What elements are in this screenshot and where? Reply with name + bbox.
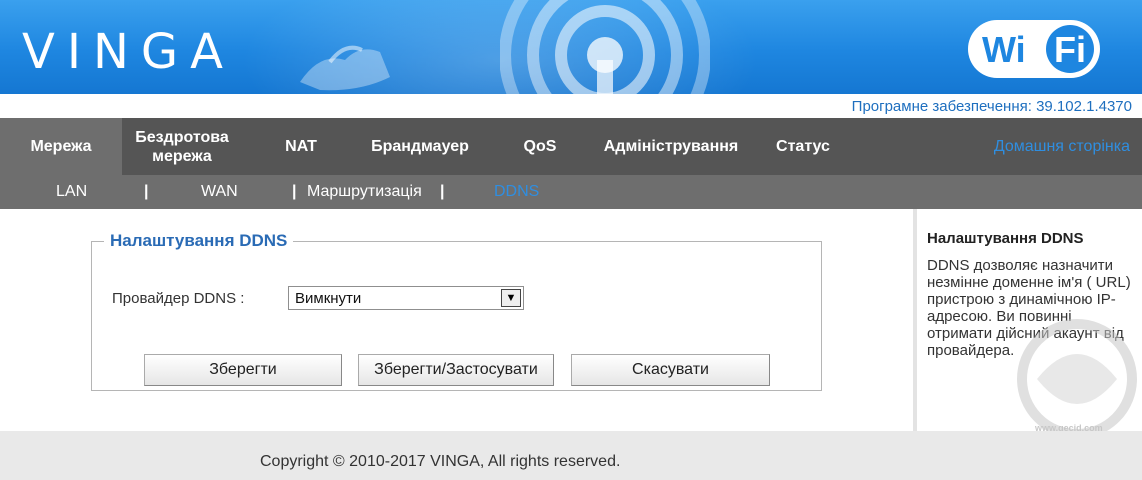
wifi-signal-icon (500, 0, 710, 94)
home-page-link[interactable]: Домашня сторінка (994, 118, 1130, 175)
ddns-provider-value: Вимкнути (295, 290, 362, 307)
help-panel: Налаштування DDNS DDNS дозволяє назначит… (913, 209, 1142, 431)
help-title: Налаштування DDNS (927, 230, 1084, 247)
save-apply-button[interactable]: Зберегти/Застосувати (358, 354, 554, 386)
watermark-logo-icon: www.gecid.com (1017, 319, 1137, 431)
subnav-separator: | (440, 183, 445, 200)
watermark-text: www.gecid.com (1034, 423, 1103, 431)
main-content: Налаштування DDNS Провайдер DDNS : Вимкн… (0, 209, 913, 431)
nav-item-nat[interactable]: NAT (266, 118, 336, 175)
footer: Copyright © 2010-2017 VINGA, All rights … (0, 431, 1142, 480)
nav-item-wireless[interactable]: Бездротова мережа (122, 118, 242, 175)
subnav-item-wan[interactable]: WAN (201, 175, 238, 209)
subnav-separator: | (292, 183, 297, 200)
save-button[interactable]: Зберегти (144, 354, 342, 386)
main-nav: Мережа Бездротова мережа NAT Брандмауер … (0, 118, 1142, 175)
nav-item-firewall[interactable]: Брандмауер (356, 118, 484, 175)
subnav-separator: | (144, 183, 149, 200)
nav-item-network[interactable]: Мережа (0, 118, 122, 175)
panel-title: Налаштування DDNS (104, 231, 294, 251)
nav-item-status[interactable]: Статус (764, 118, 842, 175)
cancel-button[interactable]: Скасувати (571, 354, 770, 386)
hands-illustration-icon (300, 45, 390, 91)
ddns-provider-label: Провайдер DDNS : (112, 290, 245, 307)
subnav-item-lan[interactable]: LAN (56, 175, 87, 209)
brand-logo: VINGA (22, 24, 235, 80)
ddns-provider-select[interactable]: Вимкнути ▼ (288, 286, 524, 310)
wifi-logo-left-text: Wi (982, 29, 1026, 70)
header-banner: VINGA Wi Fi (0, 0, 1142, 94)
firmware-version: Програмне забезпечення: 39.102.1.4370 (851, 98, 1132, 115)
version-row: Програмне забезпечення: 39.102.1.4370 (0, 94, 1142, 118)
copyright-text: Copyright © 2010-2017 VINGA, All rights … (260, 453, 621, 470)
subnav-item-ddns[interactable]: DDNS (494, 175, 539, 209)
wifi-logo-right-text: Fi (1054, 29, 1086, 70)
chevron-down-icon[interactable]: ▼ (501, 289, 521, 307)
nav-item-administration[interactable]: Адміністрування (592, 118, 750, 175)
sub-nav: LAN | WAN | Маршрутизація | DDNS (0, 175, 1142, 209)
ddns-settings-panel: Налаштування DDNS Провайдер DDNS : Вимкн… (91, 231, 822, 391)
wifi-logo-icon: Wi Fi (968, 20, 1100, 78)
nav-item-qos[interactable]: QoS (506, 118, 574, 175)
subnav-item-routing[interactable]: Маршрутизація (307, 175, 422, 209)
